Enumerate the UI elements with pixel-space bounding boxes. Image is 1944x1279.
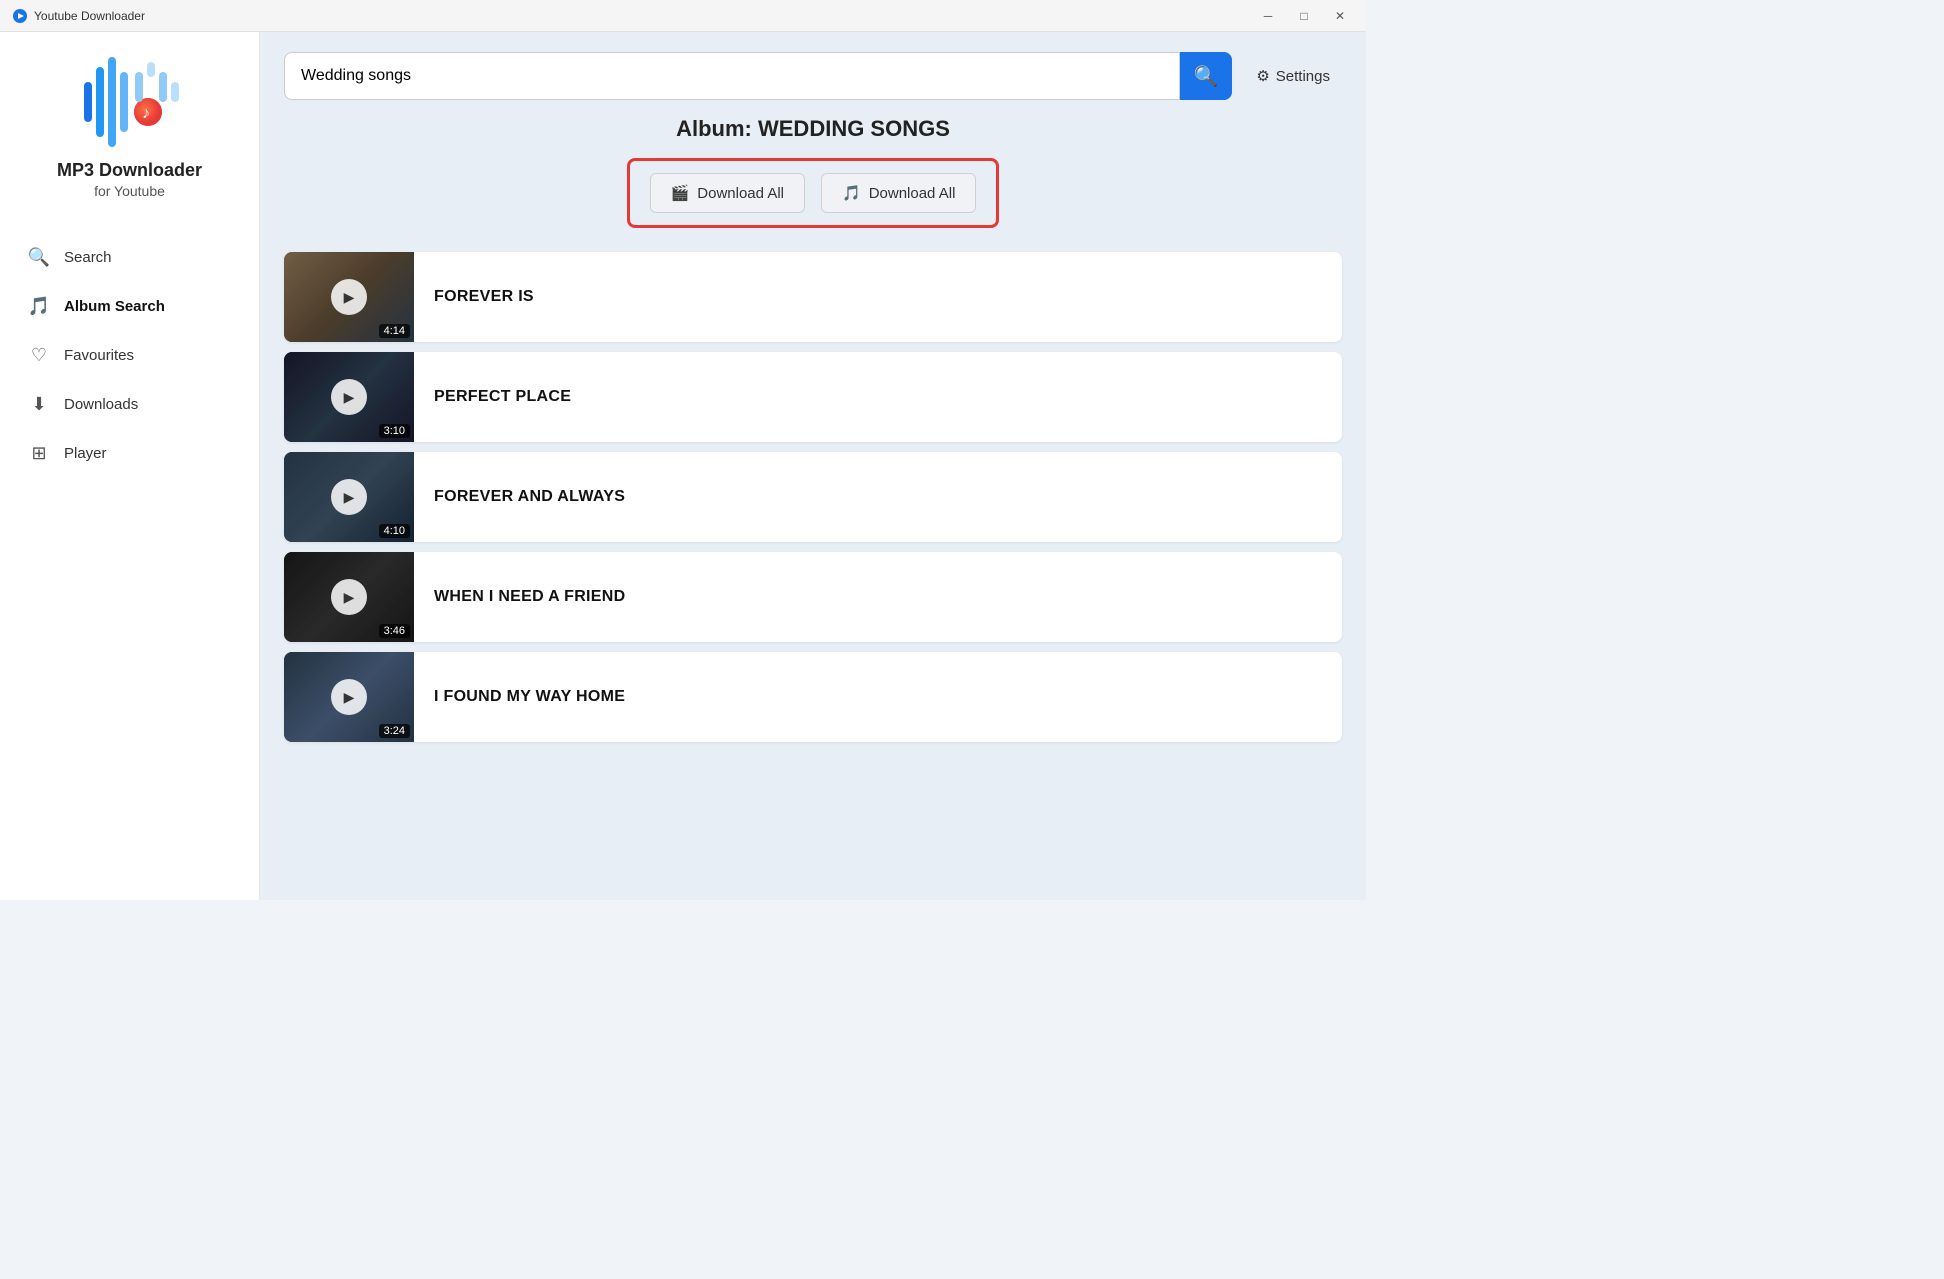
list-item: ▶ 3:24 I FOUND MY WAY HOME xyxy=(284,652,1342,742)
titlebar-app-name: Youtube Downloader xyxy=(34,9,145,23)
nav-menu: 🔍 Search 🎵 Album Search ♡ Favourites ⬇ D… xyxy=(0,233,259,478)
duration-badge-4: 3:46 xyxy=(379,624,410,638)
download-all-container: 🎬 Download All 🎵 Download All xyxy=(627,158,1000,228)
list-item: ▶ 4:14 FOREVER IS xyxy=(284,252,1342,342)
settings-label: Settings xyxy=(1276,68,1330,85)
song-info-2: PERFECT PLACE xyxy=(414,388,1342,406)
play-button-1[interactable]: ▶ xyxy=(331,279,367,315)
content-area: 🔍 ⚙ Settings Album: WEDDING SONGS 🎬 Down… xyxy=(260,32,1366,900)
search-button[interactable]: 🔍 xyxy=(1180,52,1233,100)
app-body: ♪ MP3 Downloader for Youtube 🔍 Search 🎵 … xyxy=(0,32,1366,900)
list-item: ▶ 3:46 WHEN I NEED A FRIEND xyxy=(284,552,1342,642)
logo-container: ♪ MP3 Downloader for Youtube xyxy=(57,52,202,199)
play-button-2[interactable]: ▶ xyxy=(331,379,367,415)
album-title: Album: WEDDING SONGS xyxy=(284,116,1342,142)
minimize-button[interactable]: ─ xyxy=(1254,6,1282,26)
song-title-4: WHEN I NEED A FRIEND xyxy=(434,588,1322,606)
song-list: ▶ 4:14 FOREVER IS ▶ 3:10 PERFECT xyxy=(284,252,1342,742)
download-all-video-label: Download All xyxy=(697,185,784,202)
duration-badge-2: 3:10 xyxy=(379,424,410,438)
search-icon: 🔍 xyxy=(28,247,50,268)
sidebar-label-downloads: Downloads xyxy=(64,396,138,413)
app-icon xyxy=(12,8,28,24)
close-button[interactable]: ✕ xyxy=(1326,6,1354,26)
song-title-2: PERFECT PLACE xyxy=(434,388,1322,406)
song-title-1: FOREVER IS xyxy=(434,288,1322,306)
duration-badge-3: 4:10 xyxy=(379,524,410,538)
sidebar-item-favourites[interactable]: ♡ Favourites xyxy=(0,331,259,380)
song-info-3: FOREVER AND ALWAYS xyxy=(414,488,1342,506)
music-note-icon: 🎵 xyxy=(28,296,50,317)
song-thumbnail-2: ▶ 3:10 xyxy=(284,352,414,442)
song-thumbnail-5: ▶ 3:24 xyxy=(284,652,414,742)
song-title-3: FOREVER AND ALWAYS xyxy=(434,488,1322,506)
video-download-icon: 🎬 xyxy=(671,184,690,202)
search-button-icon: 🔍 xyxy=(1194,64,1219,89)
download-all-audio-label: Download All xyxy=(869,185,956,202)
search-bar-container: 🔍 ⚙ Settings xyxy=(260,32,1366,116)
song-title-5: I FOUND MY WAY HOME xyxy=(434,688,1322,706)
sidebar: ♪ MP3 Downloader for Youtube 🔍 Search 🎵 … xyxy=(0,32,260,900)
play-button-5[interactable]: ▶ xyxy=(331,679,367,715)
sidebar-item-player[interactable]: ⊞ Player xyxy=(0,429,259,478)
song-thumbnail-4: ▶ 3:46 xyxy=(284,552,414,642)
maximize-button[interactable]: □ xyxy=(1290,6,1318,26)
app-name: MP3 Downloader xyxy=(57,160,202,181)
titlebar-left: Youtube Downloader xyxy=(12,8,145,24)
sidebar-label-search: Search xyxy=(64,249,112,266)
search-input-wrapper: 🔍 xyxy=(284,52,1232,100)
song-thumbnail-3: ▶ 4:10 xyxy=(284,452,414,542)
download-all-video-button[interactable]: 🎬 Download All xyxy=(650,173,805,213)
download-icon: ⬇ xyxy=(28,394,50,415)
sidebar-item-search[interactable]: 🔍 Search xyxy=(0,233,259,282)
song-info-4: WHEN I NEED A FRIEND xyxy=(414,588,1342,606)
player-icon: ⊞ xyxy=(28,443,50,464)
song-thumbnail-1: ▶ 4:14 xyxy=(284,252,414,342)
logo-icon: ♪ xyxy=(80,52,180,152)
results-area: Album: WEDDING SONGS 🎬 Download All 🎵 Do… xyxy=(260,116,1366,900)
duration-badge-5: 3:24 xyxy=(379,724,410,738)
gear-icon: ⚙ xyxy=(1256,67,1269,85)
titlebar-controls: ─ □ ✕ xyxy=(1254,6,1354,26)
song-info-1: FOREVER IS xyxy=(414,288,1342,306)
duration-badge-1: 4:14 xyxy=(379,324,410,338)
app-subtitle: for Youtube xyxy=(94,183,165,199)
sidebar-label-album-search: Album Search xyxy=(64,298,165,315)
list-item: ▶ 4:10 FOREVER AND ALWAYS xyxy=(284,452,1342,542)
sidebar-item-album-search[interactable]: 🎵 Album Search xyxy=(0,282,259,331)
play-button-4[interactable]: ▶ xyxy=(331,579,367,615)
titlebar: Youtube Downloader ─ □ ✕ xyxy=(0,0,1366,32)
sidebar-item-downloads[interactable]: ⬇ Downloads xyxy=(0,380,259,429)
sidebar-label-player: Player xyxy=(64,445,107,462)
list-item: ▶ 3:10 PERFECT PLACE xyxy=(284,352,1342,442)
audio-download-icon: 🎵 xyxy=(842,184,861,202)
sidebar-label-favourites: Favourites xyxy=(64,347,134,364)
svg-text:♪: ♪ xyxy=(142,105,150,122)
download-all-audio-button[interactable]: 🎵 Download All xyxy=(821,173,976,213)
song-info-5: I FOUND MY WAY HOME xyxy=(414,688,1342,706)
play-button-3[interactable]: ▶ xyxy=(331,479,367,515)
heart-icon: ♡ xyxy=(28,345,50,366)
settings-button[interactable]: ⚙ Settings xyxy=(1244,59,1342,93)
search-input[interactable] xyxy=(284,52,1180,100)
